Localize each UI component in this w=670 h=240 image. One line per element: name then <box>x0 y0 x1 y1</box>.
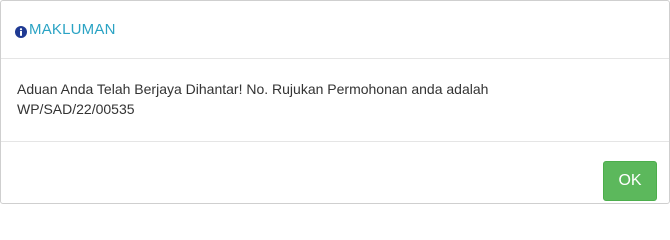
message-text: Aduan Anda Telah Berjaya Dihantar! No. R… <box>17 81 489 97</box>
dialog-message: Aduan Anda Telah Berjaya Dihantar! No. R… <box>17 79 577 119</box>
dialog-header: MAKLUMAN <box>1 1 669 59</box>
reference-number: WP/SAD/22/00535 <box>17 101 135 117</box>
info-circle-icon <box>15 25 27 38</box>
ok-button[interactable]: OK <box>603 161 657 201</box>
dialog-title: MAKLUMAN <box>29 21 116 38</box>
dialog-footer: OK <box>1 143 669 203</box>
dialog-body: Aduan Anda Telah Berjaya Dihantar! No. R… <box>1 60 669 142</box>
notification-dialog: MAKLUMAN Aduan Anda Telah Berjaya Dihant… <box>0 0 670 204</box>
